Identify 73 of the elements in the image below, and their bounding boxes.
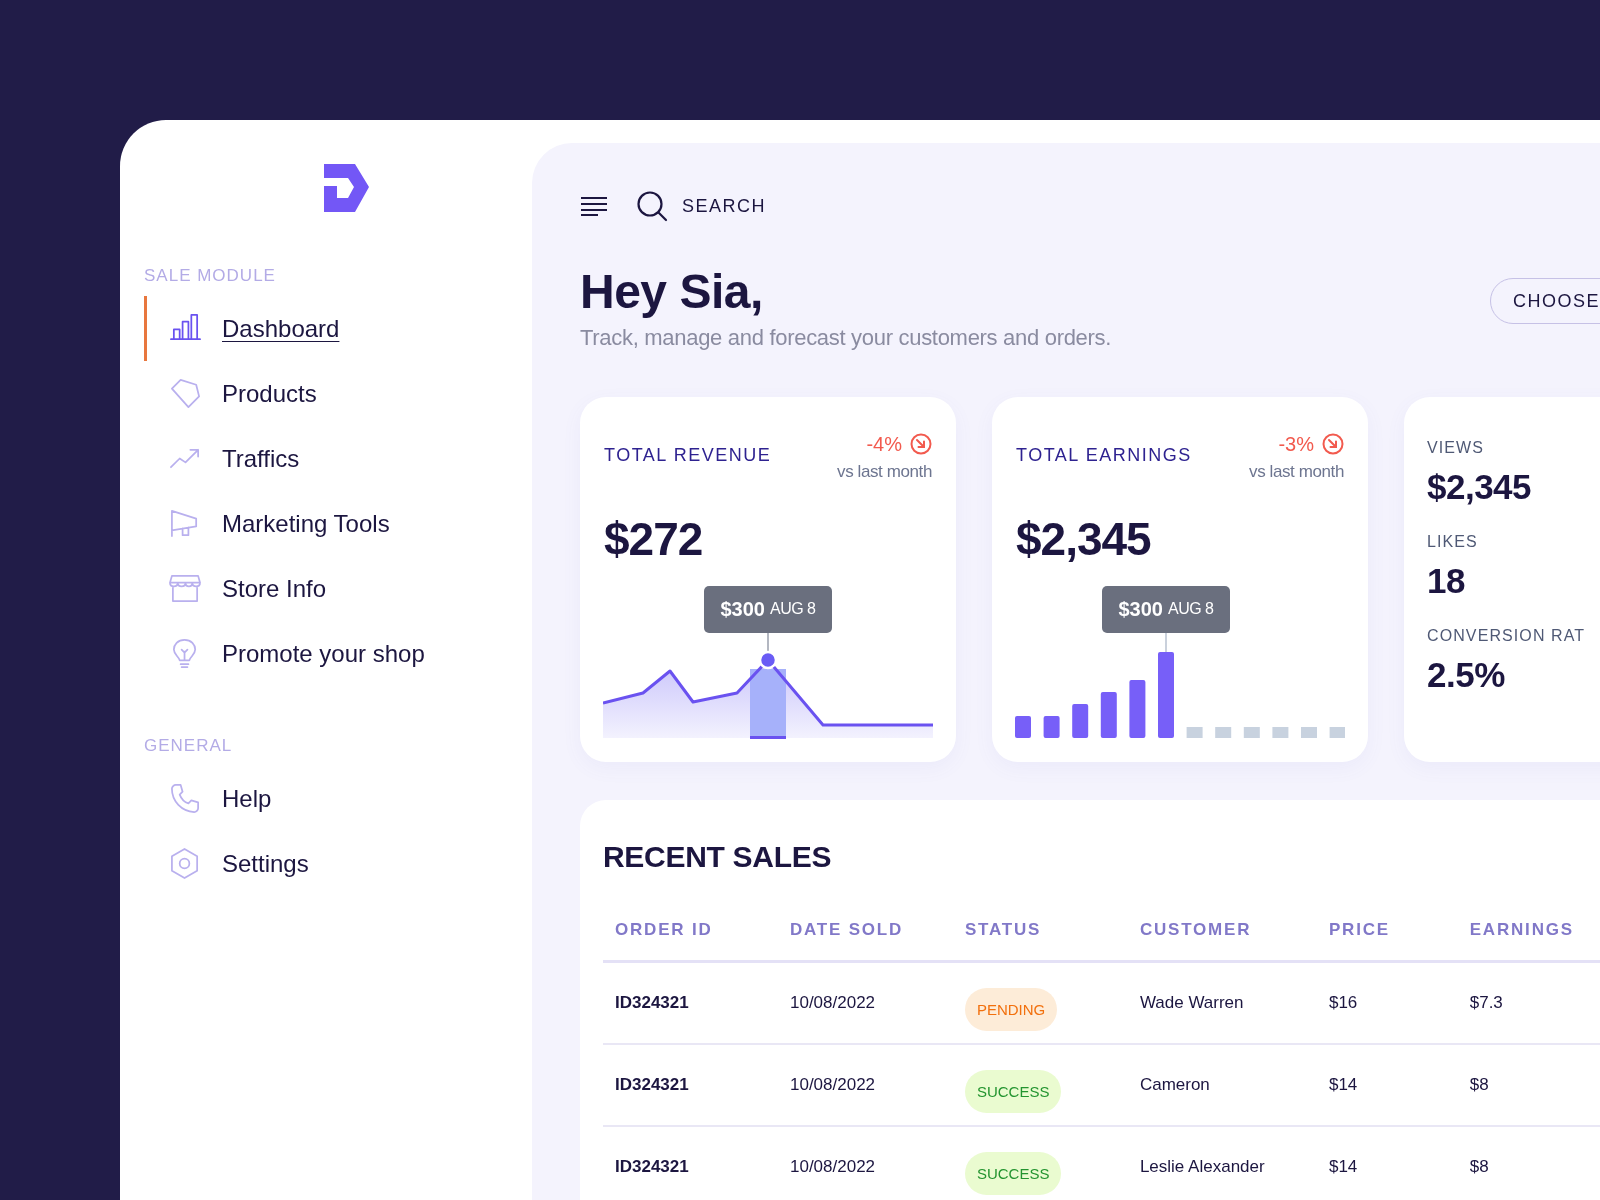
nav-item[interactable]: Help bbox=[144, 766, 278, 831]
stat-label: LIKES bbox=[1427, 532, 1478, 551]
status-badge: PENDING bbox=[964, 988, 1058, 1032]
nav-item[interactable]: Products bbox=[144, 361, 323, 426]
table-cell: $8 bbox=[1457, 1043, 1600, 1126]
comparison-label: vs last month bbox=[1249, 461, 1344, 482]
empty-bar bbox=[1243, 726, 1260, 738]
nav-item[interactable]: Promote your shop bbox=[144, 621, 431, 686]
change-percent: -3% bbox=[1278, 432, 1314, 456]
stat-label: VIEWS bbox=[1427, 438, 1485, 457]
column-header: STATUS bbox=[952, 899, 1128, 962]
table-cell: 10/08/2022 bbox=[777, 1043, 953, 1126]
column-header: CUSTOMER bbox=[1127, 899, 1317, 962]
nav-item[interactable]: Marketing Tools bbox=[144, 491, 396, 556]
data-point bbox=[758, 650, 778, 670]
stat-value: 2.5% bbox=[1427, 654, 1505, 695]
nav-icon bbox=[169, 377, 202, 410]
menu-icon[interactable] bbox=[580, 196, 608, 216]
chart-bar bbox=[1129, 679, 1146, 738]
greeting-subtitle: Track, manage and forecast your customers and orders. bbox=[580, 324, 1113, 351]
chart-bar bbox=[1015, 715, 1031, 738]
section-heading: SALE MODULE bbox=[144, 266, 276, 286]
comparison-label: vs last month bbox=[837, 461, 932, 482]
empty-bar bbox=[1215, 726, 1232, 738]
table-cell: 10/08/2022 bbox=[777, 1125, 953, 1200]
table-cell: $14 bbox=[1316, 1125, 1458, 1200]
logo-icon bbox=[324, 164, 370, 212]
table-cell: $16 bbox=[1316, 961, 1458, 1044]
stat-value: 18 bbox=[1427, 560, 1465, 601]
column-header: ORDER ID bbox=[603, 899, 778, 962]
empty-bar bbox=[1301, 726, 1317, 738]
column-header: DATE SOLD bbox=[777, 899, 953, 962]
nav-item[interactable]: Settings bbox=[144, 831, 315, 896]
nav-icon bbox=[169, 572, 202, 605]
column-header: PRICE bbox=[1316, 899, 1458, 962]
stat-value: $2,345 bbox=[1427, 466, 1532, 507]
table-cell: $7.3 bbox=[1457, 961, 1600, 1044]
card-title: TOTAL EARNINGS bbox=[1016, 444, 1192, 466]
chart-tooltip: $300 AUG 8 bbox=[704, 585, 832, 633]
status-badge: SUCCESS bbox=[964, 1152, 1062, 1196]
column-header: EARNINGS bbox=[1457, 899, 1600, 962]
empty-bar bbox=[1329, 726, 1345, 738]
table-cell: $8 bbox=[1457, 1125, 1600, 1200]
table-cell: Cameron bbox=[1127, 1043, 1317, 1126]
status-badge: SUCCESS bbox=[964, 1070, 1062, 1114]
search-field[interactable]: SEARCH bbox=[680, 194, 844, 218]
section-title: RECENT SALES bbox=[603, 839, 832, 874]
chart-bar bbox=[1100, 691, 1117, 738]
greeting-title: Hey Sia, bbox=[580, 266, 763, 319]
table-cell: Wade Warren bbox=[1127, 961, 1317, 1044]
section-heading: GENERAL bbox=[144, 736, 233, 756]
chart-tooltip: $300 AUG 8 bbox=[1102, 585, 1230, 633]
table-cell: ID324321 bbox=[603, 961, 778, 1044]
change-percent: -4% bbox=[866, 432, 902, 456]
empty-bar bbox=[1186, 726, 1203, 738]
table-cell: ID324321 bbox=[603, 1043, 778, 1126]
nav-item[interactable]: Store Info bbox=[144, 556, 333, 621]
card-value: $272 bbox=[604, 511, 703, 566]
table-cell: $14 bbox=[1316, 1043, 1458, 1126]
search-icon[interactable] bbox=[636, 190, 668, 222]
nav-icon bbox=[169, 782, 202, 815]
highlight-bar bbox=[750, 668, 786, 739]
table-cell: ID324321 bbox=[603, 1125, 778, 1200]
empty-bar bbox=[1272, 726, 1289, 738]
table-cell: 10/08/2022 bbox=[777, 961, 953, 1044]
card-title: TOTAL REVENUE bbox=[604, 444, 772, 466]
card-value: $2,345 bbox=[1016, 511, 1151, 566]
stat-label: CONVERSION RAT bbox=[1427, 626, 1586, 645]
table-cell: Leslie Alexander bbox=[1127, 1125, 1317, 1200]
nav-item[interactable]: Traffics bbox=[144, 426, 306, 491]
chart-bar bbox=[1043, 715, 1060, 738]
nav-item[interactable]: Dashboard bbox=[144, 296, 346, 361]
chart-bar bbox=[1072, 703, 1089, 738]
